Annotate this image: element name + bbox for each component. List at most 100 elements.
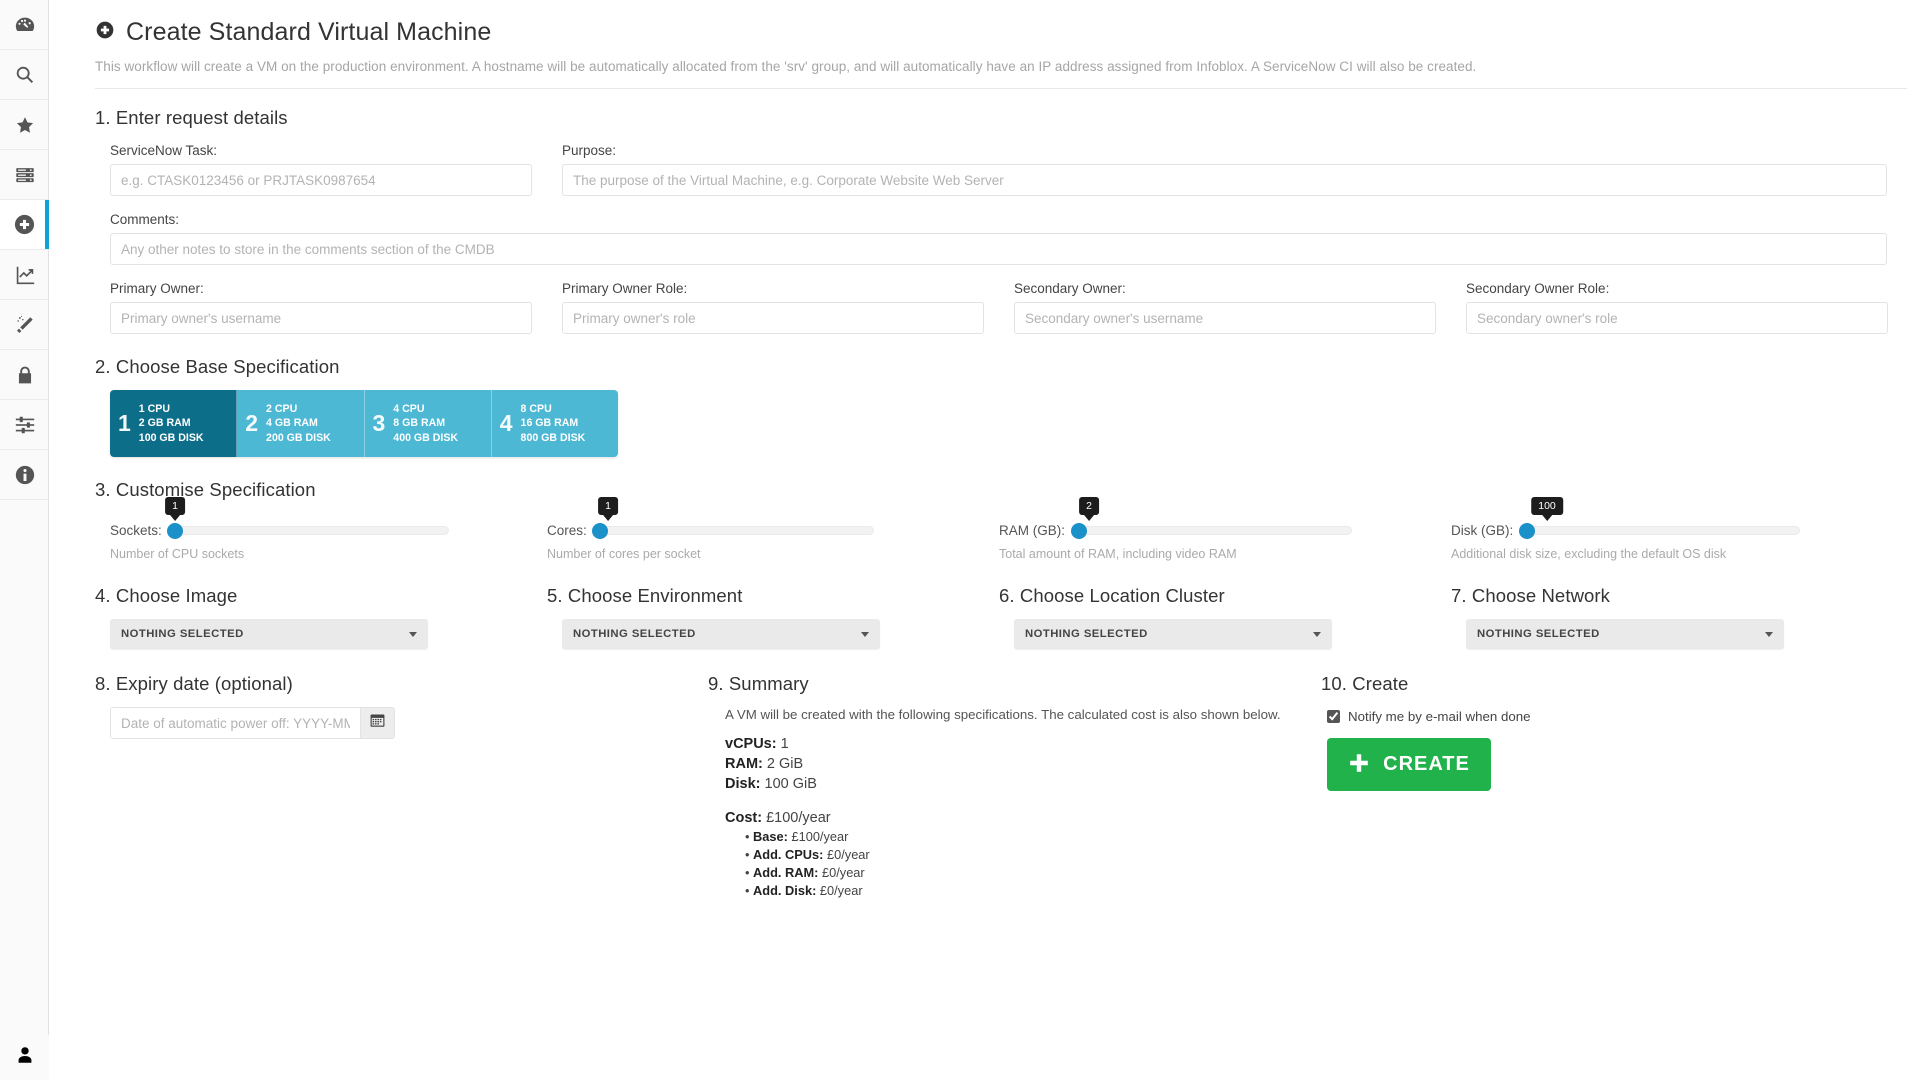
- base-spec-cpu: 1 CPU: [138, 402, 170, 415]
- calendar-icon: [370, 713, 385, 733]
- plus-circle-icon: [13, 213, 36, 236]
- slider-value-ram: 2: [1079, 497, 1099, 515]
- servicenow-task-input[interactable]: [110, 164, 532, 196]
- primary-owner-input[interactable]: [110, 302, 532, 334]
- location-cluster-dropdown-value: NOTHING SELECTED: [1025, 628, 1148, 640]
- magic-wand-icon: [14, 314, 36, 336]
- sidebar-item-servers[interactable]: [0, 150, 49, 200]
- base-spec-cpu: 8 CPU: [520, 402, 552, 415]
- section2-heading: 2. Choose Base Specification: [95, 356, 340, 377]
- create-button-label: CREATE: [1383, 753, 1470, 775]
- dropdown-group-network: 7. Choose Network NOTHING SELECTED: [1451, 585, 1903, 649]
- header-divider: [95, 88, 1907, 89]
- slider-track-cores[interactable]: [592, 522, 874, 539]
- primary-owner-role-label: Primary Owner Role:: [562, 281, 688, 296]
- slider-group-sockets: 1 Sockets: Number of CPU sockets: [95, 497, 547, 561]
- base-spec-card-3[interactable]: 3 4 CPU 8 GB RAM 400 GB DISK: [364, 390, 492, 457]
- sidebar-item-create[interactable]: [0, 200, 49, 250]
- dropdown-group-environment: 5. Choose Environment NOTHING SELECTED: [547, 585, 999, 649]
- summary-cost-base-label: Base:: [753, 829, 788, 844]
- slider-knob-ram[interactable]: [1070, 522, 1087, 539]
- slider-track-disk[interactable]: [1518, 522, 1801, 539]
- notify-label: Notify me by e-mail when done: [1348, 709, 1531, 724]
- page-description: This workflow will create a VM on the pr…: [95, 59, 1477, 74]
- comments-label: Comments:: [110, 212, 180, 227]
- base-spec-card-2[interactable]: 2 2 CPU 4 GB RAM 200 GB DISK: [237, 390, 365, 457]
- slider-group-disk: 100 Disk (GB): Additional disk size, exc…: [1451, 497, 1903, 561]
- plus-icon: [1348, 752, 1370, 777]
- environment-dropdown[interactable]: NOTHING SELECTED: [562, 619, 880, 649]
- section-expiry-date: 8. Expiry date (optional): [95, 673, 708, 898]
- summary-ram-value: 2 GiB: [766, 756, 804, 772]
- base-spec-disk: 400 GB DISK: [393, 431, 459, 444]
- base-spec-card-4[interactable]: 4 8 CPU 16 GB RAM 800 GB DISK: [491, 390, 618, 457]
- section8-heading: 8. Expiry date (optional): [95, 673, 293, 694]
- sidebar-item-settings[interactable]: [0, 400, 49, 450]
- slider-knob-sockets[interactable]: [167, 522, 184, 539]
- chevron-down-icon: [409, 631, 417, 637]
- summary-cost-add-disk: • Add. Disk: £0/year: [745, 883, 863, 898]
- sidebar-item-search[interactable]: [0, 50, 49, 100]
- summary-cost-add-ram: • Add. RAM: £0/year: [745, 865, 865, 880]
- summary-vcpus-value: 1: [780, 736, 789, 752]
- summary-ram: RAM: 2 GiB: [725, 756, 1321, 772]
- slider-group-ram: 2 RAM (GB): Total amount of RAM, includi…: [999, 497, 1451, 561]
- primary-owner-role-input[interactable]: [562, 302, 984, 334]
- create-button[interactable]: CREATE: [1327, 738, 1491, 791]
- section9-heading: 9. Summary: [708, 673, 809, 694]
- slider-track-ram[interactable]: [1070, 522, 1352, 539]
- expiry-date-input[interactable]: [111, 708, 360, 738]
- base-spec-cpu: 4 CPU: [393, 402, 425, 415]
- location-cluster-dropdown[interactable]: NOTHING SELECTED: [1014, 619, 1332, 649]
- summary-description: A VM will be created with the following …: [725, 707, 1281, 722]
- dropdown-group-location-cluster: 6. Choose Location Cluster NOTHING SELEC…: [999, 585, 1451, 649]
- secondary-owner-input[interactable]: [1014, 302, 1436, 334]
- sidebar-item-about[interactable]: [0, 450, 49, 500]
- sidebar-item-security[interactable]: [0, 350, 49, 400]
- network-dropdown-value: NOTHING SELECTED: [1477, 628, 1600, 640]
- base-spec-ram: 16 GB RAM: [520, 417, 579, 430]
- section6-heading: 6. Choose Location Cluster: [999, 585, 1225, 606]
- sidebar-item-user[interactable]: [0, 1035, 49, 1080]
- server-icon: [14, 164, 36, 186]
- summary-cost-add-disk-value: £0/year: [819, 883, 863, 898]
- sidebar-item-analytics[interactable]: [0, 250, 49, 300]
- summary-cost-value: £100/year: [766, 810, 831, 826]
- slider-label-ram: RAM (GB):: [999, 523, 1065, 538]
- base-spec-number: 3: [372, 410, 386, 436]
- sidebar-item-tools[interactable]: [0, 300, 49, 350]
- slider-help-disk: Additional disk size, excluding the defa…: [1451, 547, 1727, 561]
- slider-track-sockets[interactable]: [167, 522, 449, 539]
- notify-checkbox[interactable]: [1327, 710, 1340, 723]
- calendar-button[interactable]: [360, 708, 394, 738]
- purpose-input[interactable]: [562, 164, 1887, 196]
- sidebar: [0, 0, 49, 1080]
- base-spec-disk: 200 GB DISK: [266, 431, 331, 444]
- slider-knob-disk[interactable]: [1518, 522, 1535, 539]
- user-icon: [14, 1044, 36, 1071]
- base-spec-ram: 4 GB RAM: [266, 417, 318, 430]
- slider-knob-cores[interactable]: [592, 522, 609, 539]
- base-spec-number: 2: [245, 410, 259, 436]
- summary-ram-label: RAM:: [725, 756, 763, 772]
- comments-input[interactable]: [110, 233, 1887, 265]
- summary-cost-add-ram-value: £0/year: [822, 865, 865, 880]
- info-circle-icon: [14, 464, 36, 486]
- summary-cost-base-value: £100/year: [791, 829, 849, 844]
- secondary-owner-role-input[interactable]: [1466, 302, 1888, 334]
- sidebar-item-dashboard[interactable]: [0, 0, 49, 50]
- servicenow-task-label: ServiceNow Task:: [110, 143, 218, 158]
- section5-heading: 5. Choose Environment: [547, 585, 743, 606]
- base-spec-card-group: 1 1 CPU 2 GB RAM 100 GB DISK 2 2 CPU 4 G…: [110, 390, 618, 457]
- sidebar-item-favourites[interactable]: [0, 100, 49, 150]
- network-dropdown[interactable]: NOTHING SELECTED: [1466, 619, 1784, 649]
- summary-vcpus: vCPUs: 1: [725, 736, 1321, 752]
- base-spec-card-1[interactable]: 1 1 CPU 2 GB RAM 100 GB DISK: [110, 390, 238, 457]
- section-create: 10. Create Notify me by e-mail when done…: [1321, 673, 1901, 898]
- environment-dropdown-value: NOTHING SELECTED: [573, 628, 696, 640]
- plus-circle-icon: [95, 18, 115, 47]
- summary-cost-add-cpus-label: Add. CPUs:: [753, 847, 824, 862]
- section1-heading: 1. Enter request details: [95, 107, 288, 128]
- image-dropdown[interactable]: NOTHING SELECTED: [110, 619, 428, 649]
- page-header: Create Standard Virtual Machine This wor…: [95, 0, 1907, 89]
